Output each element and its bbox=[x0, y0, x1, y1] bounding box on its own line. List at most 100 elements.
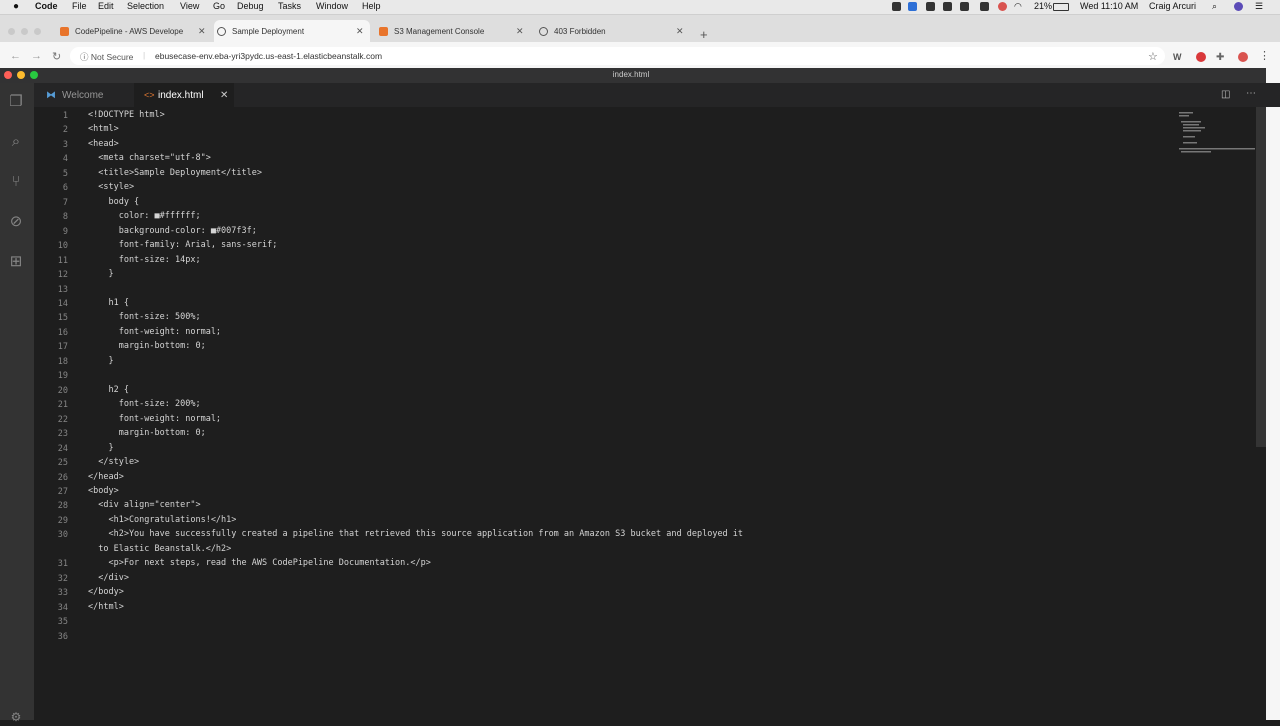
minimap[interactable] bbox=[1175, 110, 1255, 160]
tray-app-icon[interactable] bbox=[908, 2, 917, 11]
browser-tab-sample-deployment[interactable]: Sample Deployment ✕ bbox=[214, 20, 370, 42]
bookmark-star-icon[interactable]: ☆ bbox=[1148, 50, 1158, 63]
window-close-button[interactable] bbox=[8, 28, 15, 35]
source-control-icon[interactable]: ⑂ bbox=[7, 173, 25, 191]
code-line[interactable]: background-color: ■#007f3f; bbox=[88, 224, 257, 238]
menu-selection[interactable]: Selection bbox=[127, 1, 164, 11]
chrome-menu-icon[interactable]: ⋮ bbox=[1259, 49, 1270, 62]
code-line[interactable]: <html> bbox=[88, 122, 119, 136]
menu-edit[interactable]: Edit bbox=[98, 1, 114, 11]
vscode-zoom-button[interactable] bbox=[30, 71, 38, 79]
code-line[interactable]: margin-bottom: 0; bbox=[88, 339, 206, 353]
code-line[interactable]: font-size: 200%; bbox=[88, 397, 201, 411]
security-indicator[interactable]: ⓘ Not Secure bbox=[80, 51, 133, 63]
tab-close-icon[interactable]: ✕ bbox=[220, 90, 228, 101]
code-line[interactable]: </style> bbox=[88, 455, 139, 469]
code-line[interactable]: <h1>Congratulations!</h1> bbox=[88, 513, 236, 527]
code-line[interactable]: </div> bbox=[88, 571, 129, 585]
explorer-files-icon[interactable]: ❐ bbox=[7, 93, 25, 111]
code-line[interactable]: font-size: 14px; bbox=[88, 253, 201, 267]
code-line[interactable]: </html> bbox=[88, 600, 124, 614]
code-line[interactable]: <title>Sample Deployment</title> bbox=[88, 166, 262, 180]
more-actions-icon[interactable]: ⋯ bbox=[1246, 88, 1256, 99]
clock[interactable]: Wed 11:10 AM bbox=[1080, 1, 1138, 11]
menu-window[interactable]: Window bbox=[316, 1, 348, 11]
code-line[interactable]: </head> bbox=[88, 470, 124, 484]
split-editor-icon[interactable]: ◫ bbox=[1221, 89, 1230, 100]
code-line[interactable]: font-size: 500%; bbox=[88, 310, 201, 324]
code-line[interactable]: h2 { bbox=[88, 383, 128, 397]
line-number: 32 bbox=[57, 573, 68, 584]
forward-arrow-icon[interactable]: → bbox=[31, 50, 42, 62]
code-line[interactable]: font-weight: normal; bbox=[88, 412, 221, 426]
tab-close-icon[interactable]: ✕ bbox=[198, 26, 206, 37]
editor-tab-welcome[interactable]: ⧓ Welcome bbox=[36, 83, 134, 107]
debug-icon[interactable]: ⊘ bbox=[7, 213, 25, 231]
browser-tab-codepipeline[interactable]: CodePipeline - AWS Develope ✕ bbox=[57, 20, 207, 42]
code-line[interactable]: h1 { bbox=[88, 296, 128, 310]
code-line[interactable]: font-weight: normal; bbox=[88, 325, 221, 339]
menu-debug[interactable]: Debug bbox=[237, 1, 264, 11]
tray-app-icon[interactable] bbox=[926, 2, 935, 11]
tab-close-icon[interactable]: ✕ bbox=[356, 26, 364, 37]
editor-scrollbar[interactable] bbox=[1256, 107, 1266, 447]
tab-close-icon[interactable]: ✕ bbox=[676, 26, 684, 37]
tray-app-icon[interactable] bbox=[892, 2, 901, 11]
vscode-close-button[interactable] bbox=[4, 71, 12, 79]
code-line[interactable]: <h2>You have successfully created a pipe… bbox=[88, 527, 743, 556]
profile-avatar[interactable] bbox=[1238, 52, 1248, 62]
code-line[interactable]: <div align="center"> bbox=[88, 498, 200, 512]
apple-icon[interactable]: ● bbox=[13, 1, 19, 12]
menu-go[interactable]: Go bbox=[213, 1, 225, 11]
battery-icon[interactable] bbox=[1053, 3, 1069, 11]
code-line[interactable]: body { bbox=[88, 195, 139, 209]
code-line[interactable]: margin-bottom: 0; bbox=[88, 426, 206, 440]
menu-view[interactable]: View bbox=[180, 1, 199, 11]
extensions-icon[interactable]: ⊞ bbox=[7, 253, 25, 271]
search-icon[interactable]: ⌕ bbox=[7, 133, 25, 151]
line-number: 10 bbox=[57, 241, 68, 252]
browser-tab-403[interactable]: 403 Forbidden ✕ bbox=[536, 20, 686, 42]
code-line[interactable]: <head> bbox=[88, 137, 119, 151]
url-text[interactable]: ebusecase-env.eba-yri3pydc.us-east-1.ela… bbox=[155, 51, 382, 61]
code-line[interactable]: color: ■#ffffff; bbox=[88, 209, 201, 223]
tray-app-icon[interactable] bbox=[980, 2, 989, 11]
code-line[interactable]: <style> bbox=[88, 180, 134, 194]
siri-icon[interactable] bbox=[1234, 2, 1243, 11]
code-line[interactable]: } bbox=[88, 267, 113, 281]
wifi-icon[interactable]: ◠ bbox=[1014, 1, 1022, 12]
notification-center-icon[interactable]: ☰ bbox=[1255, 1, 1263, 12]
window-minimize-button[interactable] bbox=[21, 28, 28, 35]
back-arrow-icon[interactable]: ← bbox=[10, 50, 21, 62]
puzzle-extension-icon[interactable]: ✚ bbox=[1216, 52, 1226, 63]
battery-percent[interactable]: 21% bbox=[1034, 1, 1052, 11]
vscode-minimize-button[interactable] bbox=[17, 71, 25, 79]
code-line[interactable]: </body> bbox=[88, 585, 124, 599]
code-line[interactable]: <body> bbox=[88, 484, 119, 498]
tab-close-icon[interactable]: ✕ bbox=[516, 26, 524, 37]
window-zoom-button[interactable] bbox=[34, 28, 41, 35]
settings-gear-icon[interactable]: ⚙ bbox=[7, 708, 25, 726]
menu-help[interactable]: Help bbox=[362, 1, 381, 11]
tray-app-icon[interactable] bbox=[943, 2, 952, 11]
code-line[interactable]: font-family: Arial, sans-serif; bbox=[88, 238, 278, 252]
extension-icon[interactable] bbox=[1196, 52, 1206, 62]
code-line[interactable]: <p>For next steps, read the AWS CodePipe… bbox=[88, 556, 430, 570]
new-tab-button[interactable]: + bbox=[700, 27, 708, 42]
tray-app-icon[interactable] bbox=[998, 2, 1007, 11]
reload-icon[interactable]: ↻ bbox=[52, 50, 61, 63]
tray-app-icon[interactable] bbox=[960, 2, 969, 11]
browser-tab-s3-console[interactable]: S3 Management Console ✕ bbox=[376, 20, 526, 42]
code-line[interactable]: } bbox=[88, 354, 113, 368]
code-line[interactable]: <meta charset="utf-8"> bbox=[88, 151, 211, 165]
menu-file[interactable]: File bbox=[72, 1, 87, 11]
menu-tasks[interactable]: Tasks bbox=[278, 1, 301, 11]
extension-w-icon[interactable]: W bbox=[1173, 52, 1183, 62]
menu-app-name[interactable]: Code bbox=[35, 1, 58, 11]
user-name[interactable]: Craig Arcuri bbox=[1149, 1, 1196, 11]
spotlight-search-icon[interactable]: ⌕ bbox=[1212, 1, 1217, 12]
address-bar[interactable]: ⓘ Not Secure | ebusecase-env.eba-yri3pyd… bbox=[70, 47, 1165, 65]
code-line[interactable]: } bbox=[88, 441, 113, 455]
code-line[interactable]: <!DOCTYPE html> bbox=[88, 108, 165, 122]
editor-tab-index-html[interactable]: <> index.html ✕ bbox=[134, 83, 234, 107]
